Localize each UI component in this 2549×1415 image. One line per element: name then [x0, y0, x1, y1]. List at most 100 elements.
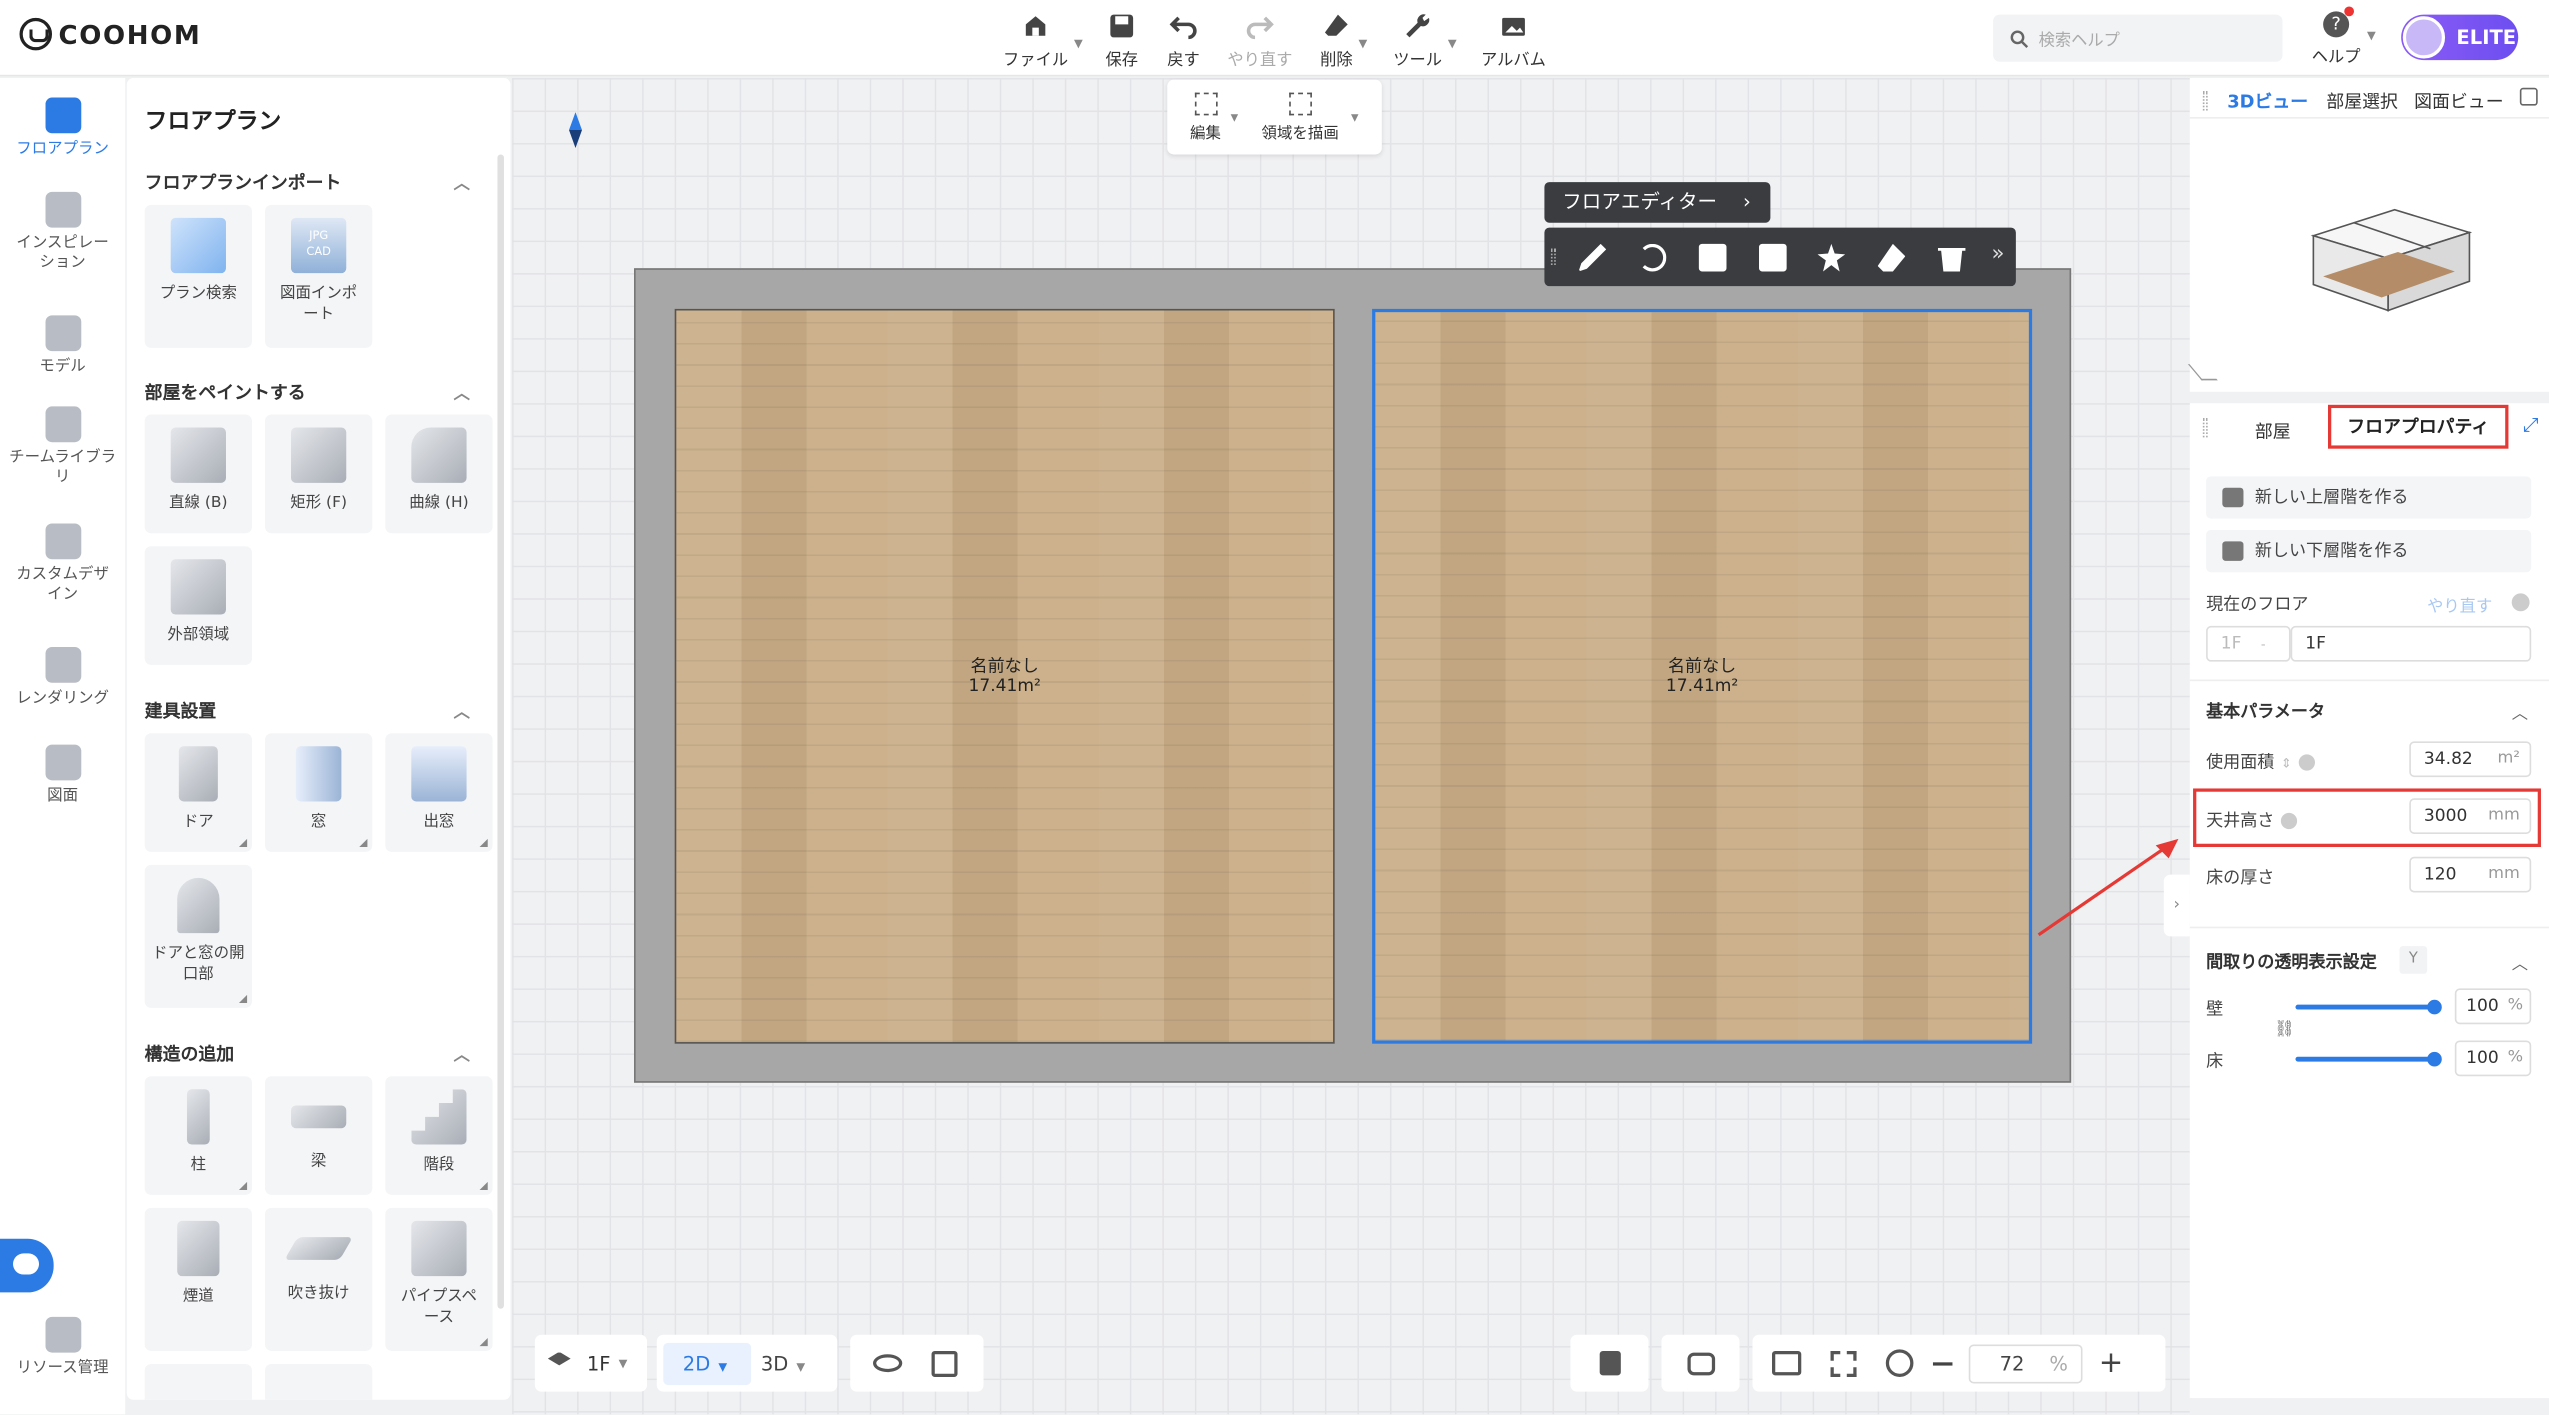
drag-handle-icon[interactable]: [2202, 417, 2208, 438]
nav-team-library[interactable]: チームライブラリ: [0, 406, 125, 487]
tab-floor-properties[interactable]: フロアプロパティ: [2328, 404, 2509, 449]
room-1[interactable]: 名前なし 17.41m²: [674, 308, 1335, 1044]
edit-button[interactable]: 編集: [1190, 92, 1221, 143]
drawing-import-tile[interactable]: JPG CAD 図面インポート: [264, 204, 373, 348]
chevron-up-icon[interactable]: ︿: [2512, 699, 2528, 724]
3d-preview[interactable]: [2300, 203, 2479, 317]
paint-outer-area-tile[interactable]: 外部領域: [144, 546, 252, 665]
floor-name-input[interactable]: 1F: [2290, 625, 2532, 662]
new-lower-floor-button[interactable]: 新しい下層階を作る: [2206, 529, 2532, 573]
zoom-region-icon[interactable]: [1885, 1349, 1914, 1377]
section-fixtures-header[interactable]: 建具設置 ︿: [145, 697, 470, 723]
draw-area-button[interactable]: 領域を描画: [1262, 92, 1339, 143]
section-import-header[interactable]: フロアプランインポート ︿: [145, 169, 470, 195]
delete-button[interactable]: 削除 ▼: [1320, 11, 1367, 70]
floor-opacity-input[interactable]: 100%: [2454, 1040, 2532, 1077]
drag-handle-icon[interactable]: [1550, 248, 1556, 265]
tab-3d-view[interactable]: 3Dビュー: [2227, 88, 2308, 114]
link-icon[interactable]: ⛓: [2274, 1021, 2295, 1039]
collapse-right-panel-button[interactable]: ›: [2163, 874, 2190, 937]
tools-button[interactable]: ツール ▼: [1393, 11, 1457, 70]
tile-partial[interactable]: [144, 1363, 252, 1400]
new-upper-floor-button[interactable]: 新しい上層階を作る: [2206, 476, 2532, 519]
chevron-up-icon[interactable]: ︿: [2512, 949, 2528, 974]
chevron-down-icon: ▼: [1350, 112, 1359, 124]
lock-button[interactable]: [1570, 1334, 1649, 1392]
section-paint-header[interactable]: 部屋をペイントする ︿: [145, 379, 470, 405]
layout-icon[interactable]: [1759, 243, 1787, 272]
paint-line-tile[interactable]: 直線 (B): [144, 414, 252, 534]
cube-icon[interactable]: [931, 1350, 958, 1377]
nav-resource-management[interactable]: リソース管理: [0, 1316, 125, 1379]
fit-view-icon[interactable]: [1772, 1350, 1802, 1376]
flue-tile[interactable]: 煙道: [144, 1207, 252, 1351]
pencil-icon[interactable]: [1578, 243, 1607, 272]
save-button[interactable]: 保存: [1105, 11, 1138, 70]
eye-icon[interactable]: [873, 1354, 903, 1373]
popout-icon[interactable]: [2519, 87, 2538, 106]
trash-icon[interactable]: [1937, 248, 1966, 272]
outer-area-icon: [170, 559, 226, 615]
floor-selector[interactable]: 1F ▼: [534, 1334, 648, 1392]
star-icon[interactable]: [1817, 243, 1846, 272]
drag-handle-icon[interactable]: [2202, 91, 2208, 111]
wall-opacity-slider[interactable]: [2295, 999, 2442, 1015]
toggle-settings-button[interactable]: [1661, 1334, 1740, 1392]
eraser-icon[interactable]: [1877, 243, 1906, 272]
logo[interactable]: COOHOM: [19, 17, 202, 51]
bay-window-tile[interactable]: 出窓: [385, 733, 493, 852]
pillar-tile[interactable]: 柱: [144, 1076, 252, 1195]
expand-icon[interactable]: ⤢: [2523, 413, 2539, 437]
floor-opacity-slider[interactable]: [2295, 1051, 2442, 1067]
sort-icon[interactable]: ⇕: [2281, 756, 2292, 771]
nav-rendering[interactable]: レンダリング: [0, 647, 125, 709]
file-button[interactable]: ファイル ▼: [1003, 11, 1083, 70]
paint-curve-tile[interactable]: 曲線 (H): [385, 414, 493, 534]
album-button[interactable]: アルバム: [1481, 11, 1546, 70]
floor-editor-button[interactable]: フロアエディター ›: [1544, 182, 1771, 223]
void-tile[interactable]: 吹き抜け: [264, 1207, 373, 1351]
tile-partial[interactable]: [264, 1363, 373, 1400]
door-tile[interactable]: ドア: [144, 733, 252, 852]
paint-rect-tile[interactable]: 矩形 (F): [264, 414, 373, 534]
opening-tile[interactable]: ドアと窓の開口部: [144, 864, 252, 1008]
search-input[interactable]: 検索ヘルプ: [1993, 14, 2283, 62]
chat-icon[interactable]: [0, 1238, 54, 1293]
nav-drawing[interactable]: 図面: [0, 744, 125, 807]
nav-inspiration[interactable]: インスピレーション: [0, 191, 125, 273]
info-icon[interactable]: [2298, 754, 2315, 771]
pipe-space-tile[interactable]: パイプスペース: [385, 1207, 493, 1351]
stairs-tile[interactable]: 階段: [385, 1076, 493, 1195]
plan-search-tile[interactable]: プラン検索: [144, 204, 252, 348]
tab-room-select[interactable]: 部屋選択: [2326, 88, 2398, 114]
mode-3d-button[interactable]: 3D ▼: [761, 1352, 805, 1375]
copy-add-icon[interactable]: [1698, 243, 1727, 272]
beam-tile[interactable]: 梁: [264, 1076, 373, 1195]
floor-thickness-input[interactable]: 120 mm: [2409, 856, 2532, 893]
nav-floorplan[interactable]: フロアプラン: [0, 97, 125, 160]
tab-room[interactable]: 部屋: [2255, 418, 2291, 444]
section-structure-header[interactable]: 構造の追加 ︿: [145, 1040, 470, 1066]
zoom-in-icon[interactable]: +: [2099, 1348, 2124, 1378]
more-chevron-icon[interactable]: »: [1991, 242, 2004, 266]
window-tile[interactable]: 窓: [264, 733, 373, 852]
nav-model[interactable]: モデル: [0, 315, 125, 377]
avatar[interactable]: ELITE: [2401, 14, 2519, 61]
redo-link[interactable]: やり直す: [2427, 592, 2492, 616]
nav-custom-design[interactable]: カスタムデザイン: [0, 523, 125, 604]
panel-scrollbar[interactable]: [497, 154, 504, 1309]
zoom-input[interactable]: 72%: [1968, 1343, 2083, 1383]
tab-drawing-view[interactable]: 図面ビュー: [2414, 88, 2503, 114]
undo-button[interactable]: 戻す: [1167, 11, 1200, 70]
focus-icon[interactable]: [1830, 1350, 1857, 1377]
room-2-selected[interactable]: 名前なし 17.41m²: [1372, 308, 2033, 1044]
redo-button[interactable]: やり直す: [1227, 11, 1292, 70]
wall-opacity-input[interactable]: 100%: [2454, 988, 2532, 1025]
mode-2d-button[interactable]: 2D ▼: [663, 1342, 752, 1385]
zoom-out-icon[interactable]: [1932, 1361, 1953, 1365]
area-label: 使用面積 ⇕: [2206, 749, 2315, 773]
panel-title: フロアプラン: [144, 108, 282, 135]
area-input[interactable]: 34.82 m²: [2409, 741, 2532, 778]
rotate-icon[interactable]: [1638, 243, 1667, 272]
help-button[interactable]: ? ヘルプ: [2312, 11, 2361, 67]
